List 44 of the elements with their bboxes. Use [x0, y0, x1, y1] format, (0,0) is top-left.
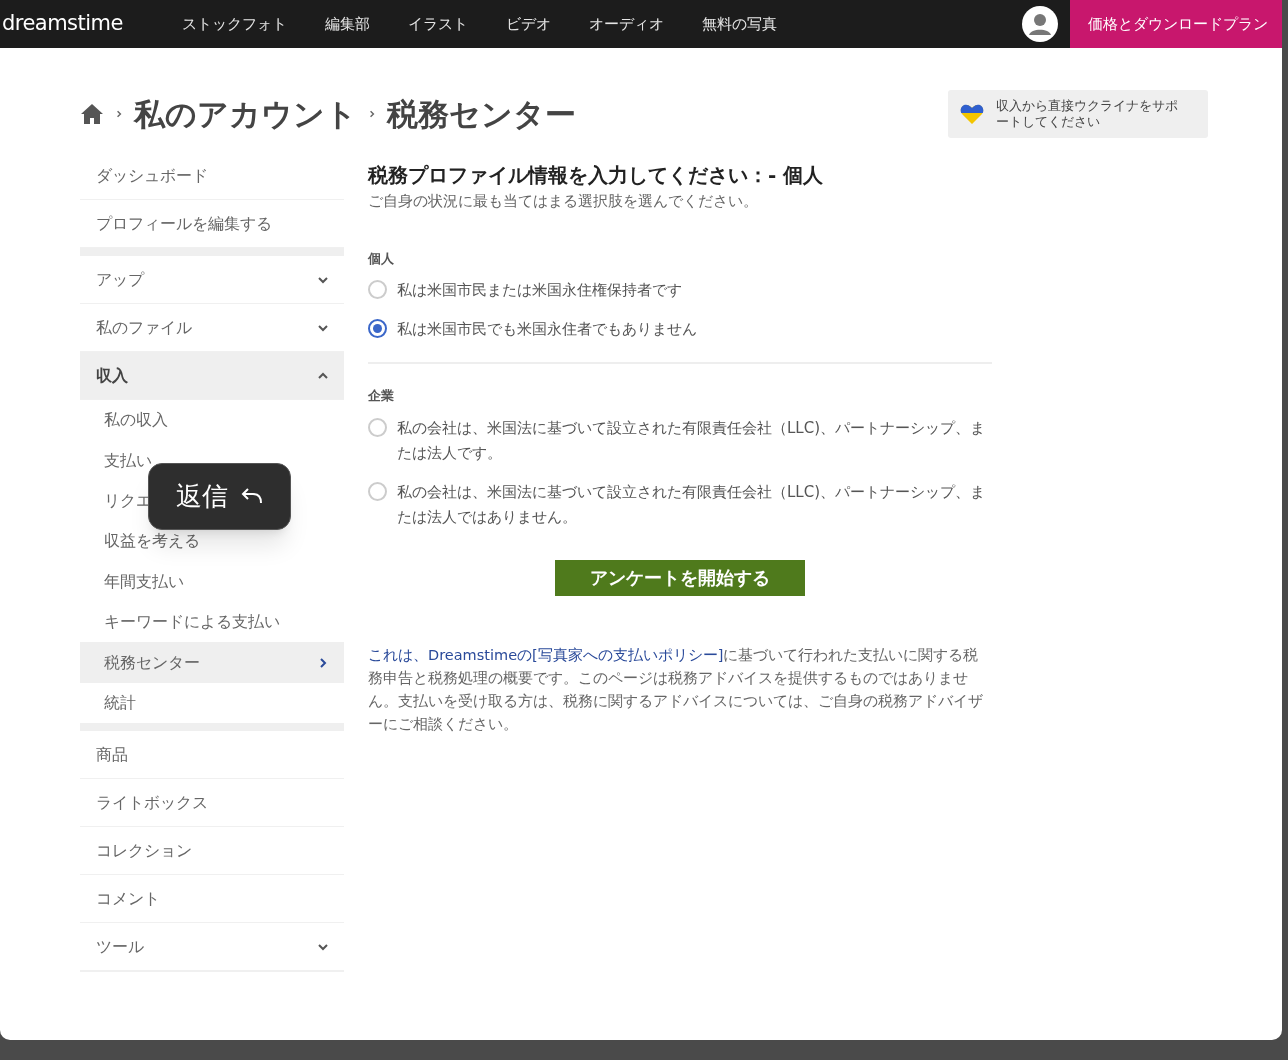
radio-label: 私は米国市民でも米国永住者でもありません	[397, 319, 697, 340]
page-title: 税務センター	[387, 94, 576, 134]
sidebar-subitem[interactable]: 統計	[80, 682, 344, 724]
sidebar-subitem[interactable]: 年間支払い	[80, 561, 344, 602]
chevron-icon	[114, 109, 124, 119]
nav-link[interactable]: ビデオ	[506, 12, 551, 36]
sidebar-item[interactable]: コレクション	[80, 827, 344, 876]
nav-link[interactable]: ストックフォト	[182, 12, 287, 36]
sidebar-item[interactable]: 収入	[80, 352, 344, 400]
sidebar-item[interactable]: ダッシュボード	[80, 152, 344, 200]
group-label: 個人	[368, 249, 395, 268]
pricing-button[interactable]: 価格とダウンロードプラン	[1070, 0, 1282, 48]
sidebar-subitem[interactable]: キーワードによる支払い	[80, 601, 344, 643]
ukraine-banner[interactable]: 収入から直接ウクライナをサポートしてください	[948, 90, 1208, 138]
reply-tooltip[interactable]: 返信	[148, 463, 291, 530]
nav-link[interactable]: オーディオ	[589, 12, 664, 36]
sidebar-item[interactable]: アップ	[80, 256, 344, 304]
home-icon[interactable]	[80, 103, 104, 125]
radio-label: 私の会社は、米国法に基づいて設立された有限責任会社（LLC)、パートナーシップ、または法人です。	[397, 417, 987, 464]
heart-icon	[960, 103, 984, 125]
sidebar-item[interactable]: コメント	[80, 875, 344, 924]
sidebar-item[interactable]: ツール	[80, 923, 344, 972]
sidebar-item[interactable]: ライトボックス	[80, 779, 344, 828]
policy-link[interactable]: これは、Dreamstimeの[写真家への支払いポリシー]	[368, 646, 724, 663]
sidebar-item[interactable]: プロフィールを編集する	[80, 200, 344, 248]
radio-label: 私は米国市民または米国永住権保持者です	[397, 280, 682, 301]
start-survey-button[interactable]: アンケートを開始する	[555, 559, 805, 596]
sidebar-subitem[interactable]: 税務センター	[80, 642, 344, 683]
breadcrumb-link[interactable]: 私のアカウント	[134, 90, 357, 138]
policy-note: これは、Dreamstimeの[写真家への支払いポリシー]に基づいて行われた支払いに関する税務申告と税務処理の概要です。このページは税務アドバイスを提供するものではありません。支払いを受け取る方は、税務に関するアドバイスについては、ご自身の税務アドバイザーにご相談ください。	[368, 645, 984, 734]
radio-label: 私の会社は、米国法に基づいて設立された有限責任会社（LLC)、パートナーシップ、または法人ではありません。	[397, 481, 987, 528]
group-label: 企業	[368, 387, 395, 405]
banner-text: 収入から直接ウクライナをサポートしてください	[996, 98, 1179, 130]
form-subtitle: ご自身の状況に最も当てはまる選択肢を選んでください。	[368, 191, 759, 212]
radio-button[interactable]	[368, 319, 387, 338]
form-title: 税務プロファイル情報を入力してください：- 個人	[368, 162, 825, 188]
logo[interactable]: dreamstime	[0, 8, 178, 40]
nav-link[interactable]: 編集部	[325, 12, 370, 36]
avatar-icon[interactable]	[1022, 6, 1058, 42]
nav-link[interactable]: イラスト	[408, 12, 468, 36]
nav-link[interactable]: 無料の写真	[702, 12, 777, 36]
sidebar-subitem[interactable]: 私の収入	[80, 400, 344, 441]
chevron-icon	[367, 109, 377, 119]
sidebar-item[interactable]: 商品	[80, 731, 344, 780]
